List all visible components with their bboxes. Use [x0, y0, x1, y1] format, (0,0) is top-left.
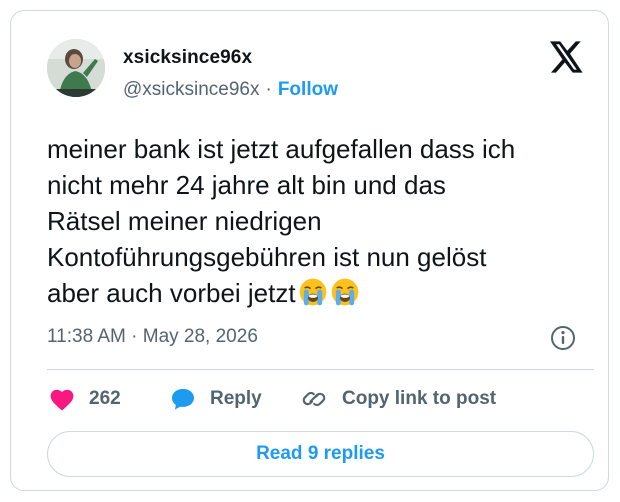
tweet-body: meiner bank ist jetzt aufgefallen dass i… [47, 134, 516, 308]
like-count: 262 [89, 388, 121, 409]
loudly-crying-face-icon [299, 278, 326, 306]
separator-dot: · [265, 79, 272, 100]
link-icon [302, 391, 326, 407]
follow-button[interactable]: Follow [278, 79, 338, 100]
display-name[interactable]: xsicksince96x [123, 47, 252, 69]
tweet-text: meiner bank ist jetzt aufgefallen dass i… [47, 131, 587, 311]
copy-link-button[interactable]: Copy link to post [300, 385, 496, 413]
loudly-crying-face-icon [331, 278, 358, 306]
copy-label: Copy link to post [342, 388, 497, 409]
speech-bubble-icon [172, 389, 194, 410]
tweet-card: xsicksince96x @xsicksince96x · Follow mein… [10, 10, 609, 491]
info-icon[interactable] [550, 325, 576, 351]
like-button[interactable]: 262 [49, 385, 121, 413]
heart-icon [50, 389, 74, 411]
avatar[interactable] [47, 39, 105, 97]
reply-button[interactable]: Reply [170, 385, 262, 413]
timestamp[interactable]: 11:38 AM · May 28, 2026 [47, 326, 258, 348]
read-replies-button[interactable]: Read 9 replies [47, 431, 594, 477]
x-logo-icon[interactable] [550, 41, 584, 73]
handle-row: @xsicksince96x · Follow [123, 79, 338, 101]
handle[interactable]: @xsicksince96x [123, 79, 260, 100]
read-replies-label: Read 9 replies [256, 443, 385, 464]
reply-label: Reply [210, 388, 262, 409]
divider [47, 369, 594, 370]
